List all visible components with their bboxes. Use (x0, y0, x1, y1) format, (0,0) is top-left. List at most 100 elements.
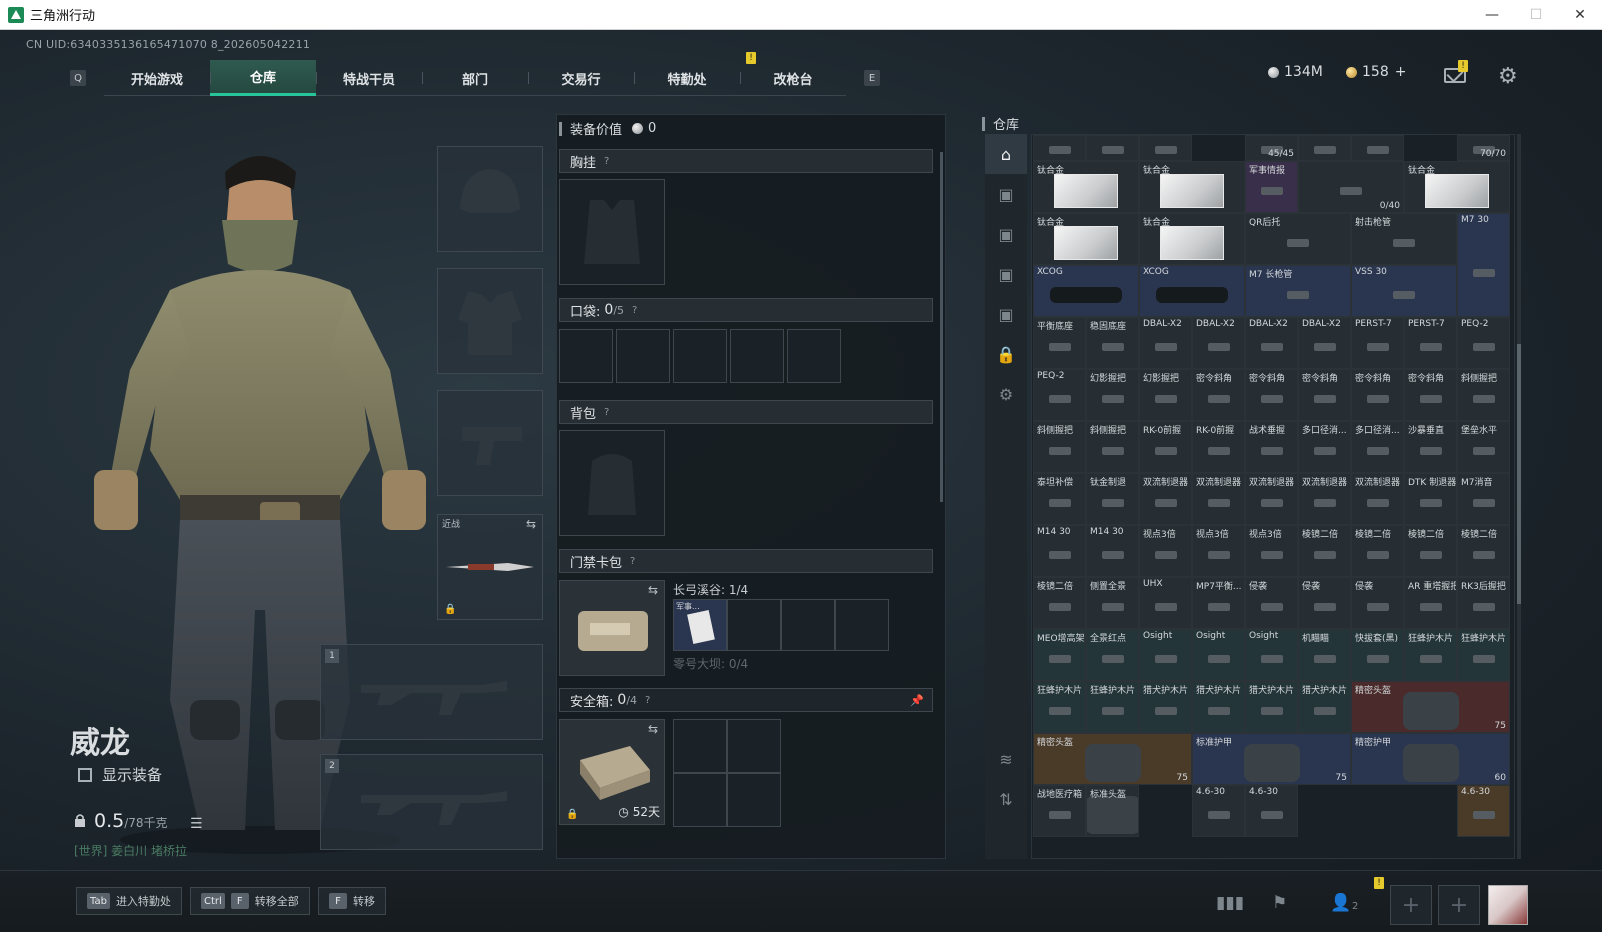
keycard-case-slot[interactable]: ⇆ (559, 580, 665, 676)
warehouse-item[interactable]: 密令斜角 (1351, 369, 1404, 421)
warehouse-item[interactable]: 机瞄瞄 (1298, 629, 1351, 681)
tab-gunsmith[interactable]: 改枪台 (740, 60, 846, 96)
warehouse-item[interactable]: Osight (1245, 629, 1298, 681)
warehouse-item[interactable]: 猎犬护木片 (1298, 681, 1351, 733)
invite-slot-button[interactable]: + (1438, 885, 1480, 925)
warehouse-item[interactable]: 精密护甲 60 (1351, 733, 1510, 785)
warehouse-item[interactable]: M7 30 (1457, 213, 1510, 317)
warehouse-item[interactable]: 密令斜角 (1192, 369, 1245, 421)
warehouse-item[interactable]: 稳固底座 (1086, 317, 1139, 369)
help-icon[interactable]: ? (630, 556, 635, 567)
warehouse-item[interactable]: PERST-7 (1404, 317, 1457, 369)
friends-icon[interactable]: 👤 (1330, 893, 1351, 913)
warehouse-item[interactable]: RK-0前握 (1192, 421, 1245, 473)
warehouse-item[interactable]: 多口径消... (1298, 421, 1351, 473)
tab-operators[interactable]: 特战干员 (316, 60, 422, 96)
nav-next-key[interactable]: E (864, 70, 880, 86)
pocket-slot[interactable] (730, 329, 784, 383)
warehouse-item[interactable]: 双流制退器 (1351, 473, 1404, 525)
warehouse-item[interactable]: MP7平衡... (1192, 577, 1245, 629)
warehouse-item[interactable]: 4.6-30 (1245, 785, 1298, 837)
close-button[interactable]: ✕ (1558, 0, 1602, 30)
warehouse-lock-icon[interactable]: 🔒 (985, 334, 1027, 374)
keycard-slot[interactable] (835, 599, 889, 651)
help-icon[interactable]: ? (604, 407, 609, 418)
warehouse-item[interactable]: XCOG (1139, 265, 1245, 317)
safebox-cell[interactable] (673, 719, 727, 773)
pocket-slot[interactable] (616, 329, 670, 383)
list-icon[interactable]: ☰ (190, 816, 203, 832)
pistol-slot[interactable] (437, 390, 543, 496)
warehouse-item[interactable]: 密令斜角 (1298, 369, 1351, 421)
secondary-weapon-slot[interactable]: 2 (320, 754, 543, 850)
safebox-cell[interactable] (673, 773, 727, 827)
chest-rig-slot[interactable] (559, 179, 665, 285)
warehouse-page-icon[interactable]: ▣ (985, 294, 1027, 334)
help-icon[interactable]: ? (632, 305, 637, 316)
enter-special-ops-hint[interactable]: Tab 进入特勤处 (76, 887, 182, 915)
warehouse-item[interactable] (1298, 135, 1351, 161)
keycard-slot[interactable] (727, 599, 781, 651)
keycard-slot[interactable] (781, 599, 835, 651)
warehouse-item[interactable]: VSS 30 (1351, 265, 1457, 317)
primary-weapon-slot[interactable]: 1 (320, 644, 543, 740)
warehouse-item[interactable]: 精密头盔 75 (1033, 733, 1192, 785)
warehouse-item[interactable]: 视点3倍 (1245, 525, 1298, 577)
warehouse-item[interactable]: 双流制退器 (1139, 473, 1192, 525)
warehouse-item[interactable]: Osight (1192, 629, 1245, 681)
warehouse-item[interactable]: DTK 制退器 (1404, 473, 1457, 525)
warehouse-item[interactable]: Osight (1139, 629, 1192, 681)
warehouse-item[interactable]: 4.6-30 (1457, 785, 1510, 837)
warehouse-item[interactable]: 狂蜂护木片 (1404, 629, 1457, 681)
swap-icon[interactable]: ⇆ (648, 722, 658, 736)
warehouse-item[interactable]: 双流制退器 (1192, 473, 1245, 525)
warehouse-item[interactable]: 战术垂握 (1245, 421, 1298, 473)
warehouse-item[interactable]: 斜侧握把 (1457, 369, 1510, 421)
warehouse-scrollbar[interactable] (1517, 134, 1521, 859)
warehouse-item[interactable]: 视点3倍 (1192, 525, 1245, 577)
warehouse-item[interactable]: 钛金制退 (1086, 473, 1139, 525)
warehouse-item[interactable]: RK3后握把 (1457, 577, 1510, 629)
warehouse-item[interactable]: 斜侧握把 (1033, 421, 1086, 473)
warehouse-item[interactable]: 双流制退器 (1245, 473, 1298, 525)
warehouse-item[interactable]: 幻影握把 (1086, 369, 1139, 421)
show-gear-checkbox[interactable] (78, 767, 92, 782)
warehouse-item[interactable]: 沙暴垂直 (1404, 421, 1457, 473)
warehouse-item[interactable]: 0/40 (1298, 161, 1404, 213)
warehouse-item[interactable]: DBAL-X2 (1139, 317, 1192, 369)
tab-start-game[interactable]: 开始游戏 (104, 60, 210, 96)
swap-icon[interactable]: ⇆ (526, 517, 536, 531)
warehouse-item[interactable]: 视点3倍 (1139, 525, 1192, 577)
warehouse-item[interactable]: 棱镜二倍 (1457, 525, 1510, 577)
warehouse-item[interactable]: 猎犬护木片 (1139, 681, 1192, 733)
transfer-all-hint[interactable]: Ctrl F 转移全部 (190, 887, 310, 915)
warehouse-item[interactable]: AR 重塔握把 (1404, 577, 1457, 629)
swap-icon[interactable]: ⇆ (648, 583, 658, 597)
warehouse-item[interactable]: XCOG (1033, 265, 1139, 317)
warehouse-item[interactable]: 射击枪管 (1351, 213, 1457, 265)
warehouse-page-icon[interactable]: ▣ (985, 214, 1027, 254)
transfer-hint[interactable]: F 转移 (318, 887, 386, 915)
pin-icon[interactable]: 📌 (910, 694, 924, 707)
warehouse-item[interactable] (1351, 135, 1404, 161)
warehouse-item[interactable]: 战地医疗箱 (1033, 785, 1086, 837)
warehouse-item[interactable] (1086, 135, 1139, 161)
warehouse-item[interactable]: M7 长枪管 (1245, 265, 1351, 317)
warehouse-item[interactable]: 标准护甲 75 (1192, 733, 1351, 785)
warehouse-item[interactable] (1033, 135, 1086, 161)
safebox-cell[interactable] (727, 719, 781, 773)
warehouse-item[interactable]: QR后托 (1245, 213, 1351, 265)
warehouse-item[interactable]: 棱镜二倍 (1404, 525, 1457, 577)
warehouse-home-icon[interactable]: ⌂ (985, 134, 1027, 174)
stats-chart-icon[interactable]: ▮▮▮ (1216, 893, 1244, 913)
safebox-cell[interactable] (727, 773, 781, 827)
tab-special-ops[interactable]: 特勤处 (634, 60, 740, 96)
warehouse-item[interactable]: 斜侧握把 (1086, 421, 1139, 473)
equipment-scrollbar[interactable] (940, 152, 943, 502)
add-currency-button[interactable]: + (1395, 64, 1407, 80)
pocket-slot[interactable] (559, 329, 613, 383)
warehouse-page-icon[interactable]: ▣ (985, 254, 1027, 294)
warehouse-item[interactable]: 钛合金 (1033, 161, 1139, 213)
invite-slot-button[interactable]: + (1390, 885, 1432, 925)
help-icon[interactable]: ? (645, 695, 650, 706)
